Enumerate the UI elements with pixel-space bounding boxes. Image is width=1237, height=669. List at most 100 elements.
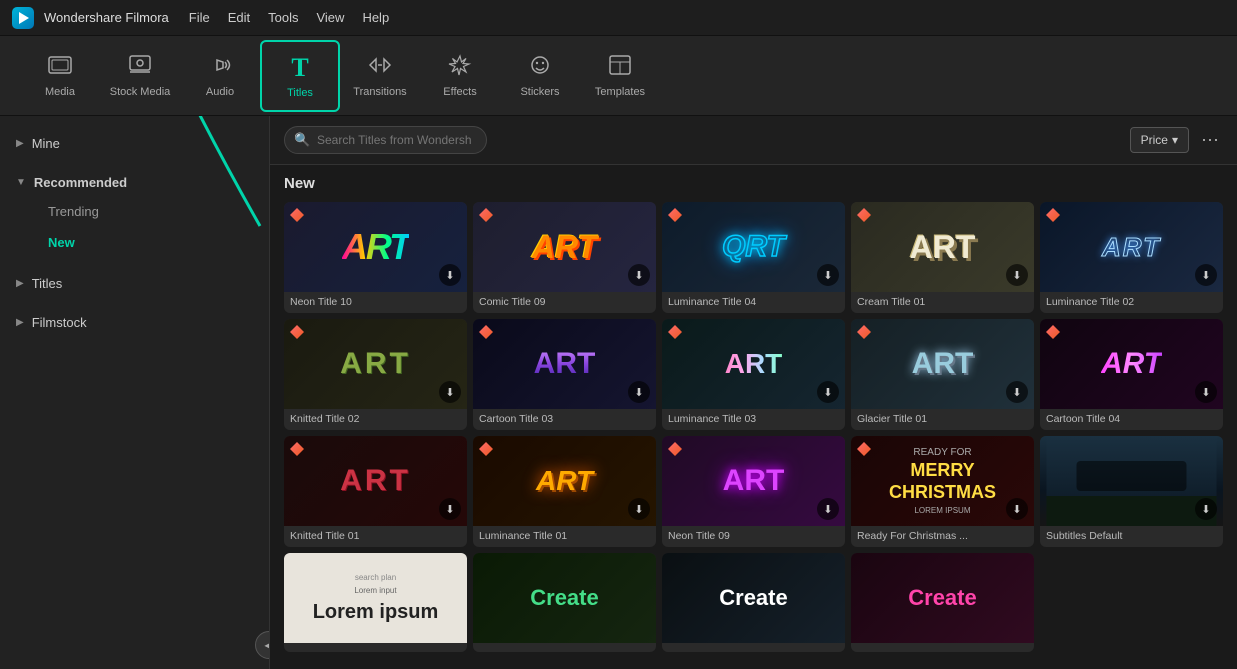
toolbar-effects[interactable]: Effects	[420, 40, 500, 112]
sidebar: ▶ Mine ▼ Recommended Trending New ▶ Titl…	[0, 116, 270, 669]
tile-christmas-download[interactable]: ⬇	[1006, 498, 1028, 520]
tile-glacier-01-label: Glacier Title 01	[851, 409, 1034, 430]
mine-expand-icon: ▶	[16, 138, 24, 149]
tile-luminance-01-download[interactable]: ⬇	[628, 498, 650, 520]
tile-pink-create[interactable]: Create	[851, 553, 1034, 652]
tile-neon-09-label: Neon Title 09	[662, 526, 845, 547]
tile-lorem-label	[284, 643, 467, 652]
tile-neon-10-thumb: ART ⬇	[284, 202, 467, 292]
tile-luminance-03[interactable]: ART ⬇ Luminance Title 03	[662, 319, 845, 430]
tile-glacier-01-download[interactable]: ⬇	[1006, 381, 1028, 403]
toolbar-stock-media[interactable]: Stock Media	[100, 40, 180, 112]
tile-knitted-01-download[interactable]: ⬇	[439, 498, 461, 520]
tile-pink-create-thumb: Create	[851, 553, 1034, 643]
menu-tools[interactable]: Tools	[268, 10, 298, 25]
tile-cartoon-03[interactable]: ART ⬇ Cartoon Title 03	[473, 319, 656, 430]
tile-green-create-label	[473, 643, 656, 652]
tile-cream-01-label: Cream Title 01	[851, 292, 1034, 313]
sidebar-titles-header[interactable]: ▶ Titles	[16, 270, 253, 297]
tile-glacier-01-thumb: ART ⬇	[851, 319, 1034, 409]
tile-luminance-04[interactable]: QRT ⬇ Luminance Title 04	[662, 202, 845, 313]
tile-cartoon-04[interactable]: ART ⬇ Cartoon Title 04	[1040, 319, 1223, 430]
sidebar-filmstock-header[interactable]: ▶ Filmstock	[16, 309, 253, 336]
price-dropdown-icon: ▾	[1172, 133, 1178, 147]
tile-comic-09[interactable]: ART ⬇ Comic Title 09	[473, 202, 656, 313]
tile-glacier-01[interactable]: ART ⬇ Glacier Title 01	[851, 319, 1034, 430]
search-input[interactable]	[284, 126, 487, 154]
app-name: Wondershare Filmora	[44, 10, 169, 25]
tile-dark-create-text: Create	[719, 585, 787, 611]
tile-cream-01-download[interactable]: ⬇	[1006, 264, 1028, 286]
search-wrapper: 🔍	[284, 126, 1122, 154]
tile-luminance-04-download[interactable]: ⬇	[817, 264, 839, 286]
tile-subtitles-label: Subtitles Default	[1040, 526, 1223, 547]
tile-comic-09-diamond	[479, 208, 493, 222]
sidebar-item-new[interactable]: New	[16, 227, 253, 258]
menu-help[interactable]: Help	[362, 10, 389, 25]
tile-comic-09-download[interactable]: ⬇	[628, 264, 650, 286]
media-icon	[48, 54, 72, 82]
menu-file[interactable]: File	[189, 10, 210, 25]
tile-neon-10-download[interactable]: ⬇	[439, 264, 461, 286]
tile-knitted-02-download[interactable]: ⬇	[439, 381, 461, 403]
tile-luminance-03-diamond	[668, 325, 682, 339]
toolbar-media[interactable]: Media	[20, 40, 100, 112]
tile-neon-09-download[interactable]: ⬇	[817, 498, 839, 520]
tile-subtitles[interactable]: ⬇ Subtitles Default	[1040, 436, 1223, 547]
filmstock-expand-icon: ▶	[16, 317, 24, 328]
tile-cartoon-03-download[interactable]: ⬇	[628, 381, 650, 403]
sidebar-item-trending[interactable]: Trending	[16, 196, 253, 227]
tile-neon-10[interactable]: ART ⬇ Neon Title 10	[284, 202, 467, 313]
tile-luminance-02-download[interactable]: ⬇	[1195, 264, 1217, 286]
tile-knitted-02[interactable]: ART ⬇ Knitted Title 02	[284, 319, 467, 430]
stock-media-icon	[128, 54, 152, 82]
sidebar-collapse-icon: ◀	[264, 638, 270, 652]
tile-luminance-04-thumb: QRT ⬇	[662, 202, 845, 292]
toolbar-stickers[interactable]: Stickers	[500, 40, 580, 112]
tile-cartoon-04-download[interactable]: ⬇	[1195, 381, 1217, 403]
toolbar-audio-label: Audio	[206, 86, 234, 98]
tile-luminance-02-label: Luminance Title 02	[1040, 292, 1223, 313]
tile-luminance-02-art: ART	[1102, 232, 1161, 263]
titles-expand-icon: ▶	[16, 278, 24, 289]
menu-view[interactable]: View	[316, 10, 344, 25]
sidebar-mine-header[interactable]: ▶ Mine	[16, 130, 253, 157]
tile-neon-09[interactable]: ART ⬇ Neon Title 09	[662, 436, 845, 547]
toolbar-audio[interactable]: Audio	[180, 40, 260, 112]
tile-subtitles-download[interactable]: ⬇	[1195, 498, 1217, 520]
sidebar-section-recommended: ▼ Recommended Trending New	[0, 163, 269, 264]
price-button[interactable]: Price ▾	[1130, 127, 1189, 153]
toolbar-templates[interactable]: Templates	[580, 40, 660, 112]
sidebar-collapse-button[interactable]: ◀	[255, 631, 270, 659]
tile-cartoon-04-label: Cartoon Title 04	[1040, 409, 1223, 430]
tile-luminance-02[interactable]: ART ⬇ Luminance Title 02	[1040, 202, 1223, 313]
toolbar-titles[interactable]: T Titles	[260, 40, 340, 112]
tile-christmas[interactable]: READY FOR MERRYCHRISTMAS LOREM IPSUM ⬇ R…	[851, 436, 1034, 547]
tile-luminance-01-diamond	[479, 442, 493, 456]
more-options-button[interactable]: ⋯	[1197, 130, 1223, 151]
price-button-label: Price	[1141, 133, 1168, 147]
tile-luminance-03-label: Luminance Title 03	[662, 409, 845, 430]
grid-container: New ART ⬇ Neon Title 10 ART	[270, 165, 1237, 669]
tile-dark-create[interactable]: Create	[662, 553, 845, 652]
tile-cream-01-thumb: ART ⬇	[851, 202, 1034, 292]
tile-cream-01[interactable]: ART ⬇ Cream Title 01	[851, 202, 1034, 313]
menu-edit[interactable]: Edit	[228, 10, 250, 25]
tile-luminance-04-diamond	[668, 208, 682, 222]
toolbar-stock-media-label: Stock Media	[110, 86, 171, 98]
tile-luminance-04-label: Luminance Title 04	[662, 292, 845, 313]
tile-lorem[interactable]: search plan Lorem input Lorem ipsum	[284, 553, 467, 652]
tile-cartoon-03-label: Cartoon Title 03	[473, 409, 656, 430]
tile-cartoon-04-art: ART	[1101, 347, 1162, 381]
toolbar-media-label: Media	[45, 86, 75, 98]
app-logo	[12, 7, 34, 29]
tile-green-create[interactable]: Create	[473, 553, 656, 652]
tile-comic-09-label: Comic Title 09	[473, 292, 656, 313]
tile-knitted-01-diamond	[290, 442, 304, 456]
tile-luminance-04-art: QRT	[722, 230, 785, 264]
sidebar-recommended-header[interactable]: ▼ Recommended	[16, 169, 253, 196]
tile-knitted-01[interactable]: ART ⬇ Knitted Title 01	[284, 436, 467, 547]
tile-luminance-01[interactable]: ART ⬇ Luminance Title 01	[473, 436, 656, 547]
toolbar-transitions[interactable]: Transitions	[340, 40, 420, 112]
tile-luminance-03-download[interactable]: ⬇	[817, 381, 839, 403]
